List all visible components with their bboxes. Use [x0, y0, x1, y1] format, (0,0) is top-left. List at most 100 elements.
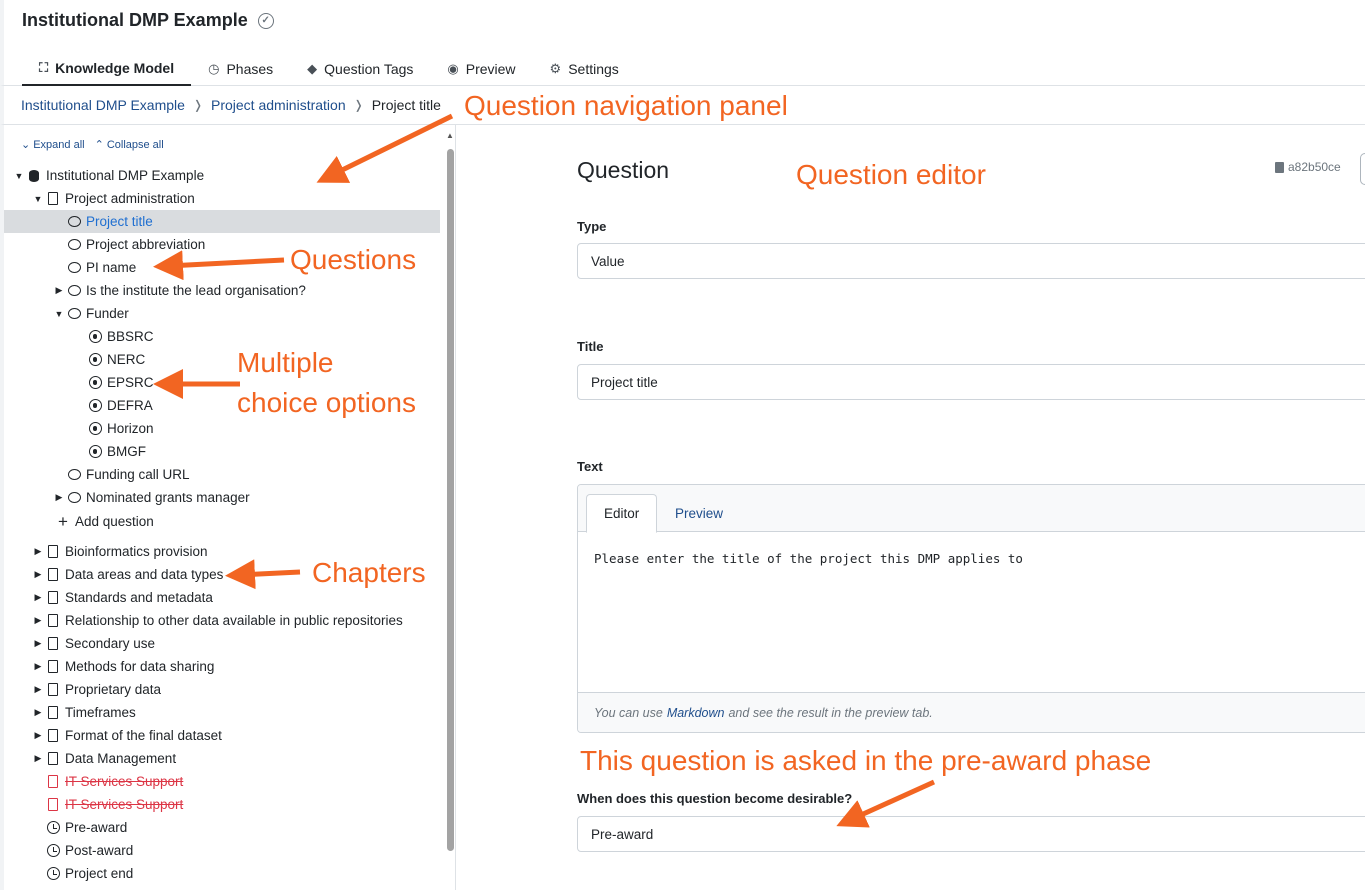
main-tabs: ⛶ Knowledge Model ◷ Phases ◆ Question Ta… — [22, 52, 636, 86]
tree-item[interactable]: Funding call URL — [4, 463, 440, 486]
file-icon-shape — [48, 683, 58, 696]
tree-item[interactable]: BMGF — [4, 440, 440, 463]
caret-right-icon[interactable]: ▶ — [54, 492, 64, 503]
breadcrumb-item[interactable]: Project administration — [211, 97, 346, 113]
tree-item[interactable]: Pre-award — [4, 816, 440, 839]
caret-down-icon[interactable]: ▼ — [33, 194, 43, 204]
caret-right-icon[interactable]: ▶ — [33, 569, 43, 580]
collapse-all-button[interactable]: ⌃ Collapse all — [94, 138, 164, 152]
phase-select[interactable]: Pre-award — [577, 816, 1365, 852]
double-chevron-up-icon: ⌃ — [94, 139, 104, 151]
tree-item[interactable]: ▶ Format of the final dataset — [4, 724, 440, 747]
app-title: Institutional DMP Example ✓ — [22, 10, 274, 31]
caret-right-icon[interactable]: ▶ — [33, 546, 43, 557]
tree-item[interactable]: ▶ Nominated grants manager — [4, 486, 440, 509]
file-icon — [46, 729, 60, 743]
caret-down-icon[interactable]: ▼ — [14, 171, 24, 181]
annotation-chapters: Chapters — [312, 557, 426, 588]
caret-right-icon[interactable]: ▶ — [33, 753, 43, 764]
markdown-link[interactable]: Markdown — [667, 706, 725, 720]
tree-item[interactable]: Post-award — [4, 839, 440, 862]
file-icon — [46, 775, 60, 789]
file-icon-shape — [48, 775, 58, 788]
tab-question-tags[interactable]: ◆ Question Tags — [290, 52, 430, 86]
tab-knowledge-model[interactable]: ⛶ Knowledge Model — [22, 52, 192, 86]
tree-item[interactable]: ▶ Proprietary data — [4, 678, 440, 701]
comment-icon — [67, 261, 81, 275]
breadcrumb-item[interactable]: Institutional DMP Example — [21, 97, 185, 113]
tab-text-preview[interactable]: Preview — [658, 494, 740, 533]
uuid-copy[interactable]: a82b50ce — [1275, 160, 1341, 174]
tree-item-label: Funding call URL — [86, 467, 190, 482]
tree-item[interactable]: ▼ Funder — [4, 302, 440, 325]
database-icon-shape — [29, 169, 39, 182]
collapse-all-label: Collapse all — [106, 138, 164, 151]
tree-item-label: Format of the final dataset — [65, 728, 222, 743]
tree-item-label: Secondary use — [65, 636, 156, 651]
dot-circle-icon — [88, 330, 102, 344]
type-select[interactable]: Value — [577, 243, 1365, 279]
caret-right-icon[interactable]: ▶ — [33, 707, 43, 718]
caret-right-icon[interactable]: ▶ — [33, 638, 43, 649]
caret-right-icon[interactable]: ▶ — [33, 592, 43, 603]
check-circle-icon: ✓ — [257, 12, 274, 29]
caret-right-icon[interactable]: ▶ — [33, 615, 43, 626]
tab-preview[interactable]: ◉ Preview — [430, 52, 532, 86]
tree-item[interactable]: ▼ Institutional DMP Example — [4, 164, 440, 187]
tree-item[interactable]: ▶ Secondary use — [4, 632, 440, 655]
text-textarea[interactable]: Please enter the title of the project th… — [594, 551, 1023, 566]
caret-right-icon[interactable]: ▶ — [54, 285, 64, 296]
tree-item-label: Project administration — [65, 191, 195, 206]
file-icon-shape — [48, 706, 58, 719]
tree-item-label: Add question — [75, 514, 154, 529]
tree-item-label: BMGF — [107, 444, 146, 459]
comment-icon — [67, 468, 81, 482]
file-icon — [46, 683, 60, 697]
caret-down-icon[interactable]: ▼ — [54, 309, 64, 319]
tree-item[interactable]: ▶ Methods for data sharing — [4, 655, 440, 678]
caret-right-icon[interactable]: ▶ — [33, 661, 43, 672]
dot-circle-icon-shape — [88, 353, 102, 366]
dot-circle-icon — [88, 445, 102, 459]
tree-item[interactable]: ▶ Timeframes — [4, 701, 440, 724]
tab-settings[interactable]: ⚙ Settings — [533, 52, 636, 86]
tab-phases[interactable]: ◷ Phases — [191, 52, 290, 86]
caret-right-icon[interactable]: ▶ — [33, 684, 43, 695]
file-icon-shape — [48, 798, 58, 811]
hint-suffix: and see the result in the preview tab. — [728, 706, 933, 720]
caret-right-icon[interactable]: ▶ — [33, 730, 43, 741]
file-icon-shape — [48, 192, 58, 205]
copy-icon — [1275, 161, 1284, 173]
tree-item-label: IT Services Support — [65, 774, 184, 789]
tree-item-label: Post-award — [65, 843, 134, 858]
tree-item-label: Project end — [65, 866, 134, 881]
add-question-button[interactable]: + Add question — [4, 510, 440, 533]
scrollbar-thumb[interactable] — [447, 149, 454, 851]
tree-item[interactable]: IT Services Support — [4, 793, 440, 816]
tree-item[interactable]: Project end — [4, 862, 440, 885]
top-bar: Institutional DMP Example ✓ ⛶ Knowledge … — [0, 0, 1365, 86]
tab-editor[interactable]: Editor — [586, 494, 658, 533]
menu-button[interactable] — [1360, 153, 1365, 185]
sidebar-scrollbar[interactable]: ▲ — [445, 131, 455, 890]
file-icon — [46, 637, 60, 651]
file-icon-shape — [48, 752, 58, 765]
comment-icon-shape — [67, 469, 81, 480]
breadcrumb-current: Project title — [371, 97, 441, 113]
scroll-up-icon[interactable]: ▲ — [446, 131, 454, 140]
tree-item[interactable]: Project title — [4, 210, 440, 233]
tree-item[interactable]: IT Services Support — [4, 770, 440, 793]
tree-item-label: Project abbreviation — [86, 237, 206, 252]
title-input[interactable]: Project title — [577, 364, 1365, 400]
tree-item[interactable]: ▶ Relationship to other data available in… — [4, 609, 440, 632]
file-icon — [46, 545, 60, 559]
dot-circle-icon-shape — [88, 399, 102, 412]
tree-item[interactable]: ▶ Is the institute the lead organisation? — [4, 279, 440, 302]
tree-item-label: Data areas and data types — [65, 567, 224, 582]
expand-all-button[interactable]: ⌄ Expand all — [21, 138, 85, 152]
tree-item-label: Data Management — [65, 751, 177, 766]
tree-item[interactable]: ▶ Data Management — [4, 747, 440, 770]
annotation-editor: Question editor — [796, 159, 986, 190]
tree-item-label: Relationship to other data available in … — [65, 613, 403, 628]
tree-item[interactable]: ▼ Project administration — [4, 187, 440, 210]
